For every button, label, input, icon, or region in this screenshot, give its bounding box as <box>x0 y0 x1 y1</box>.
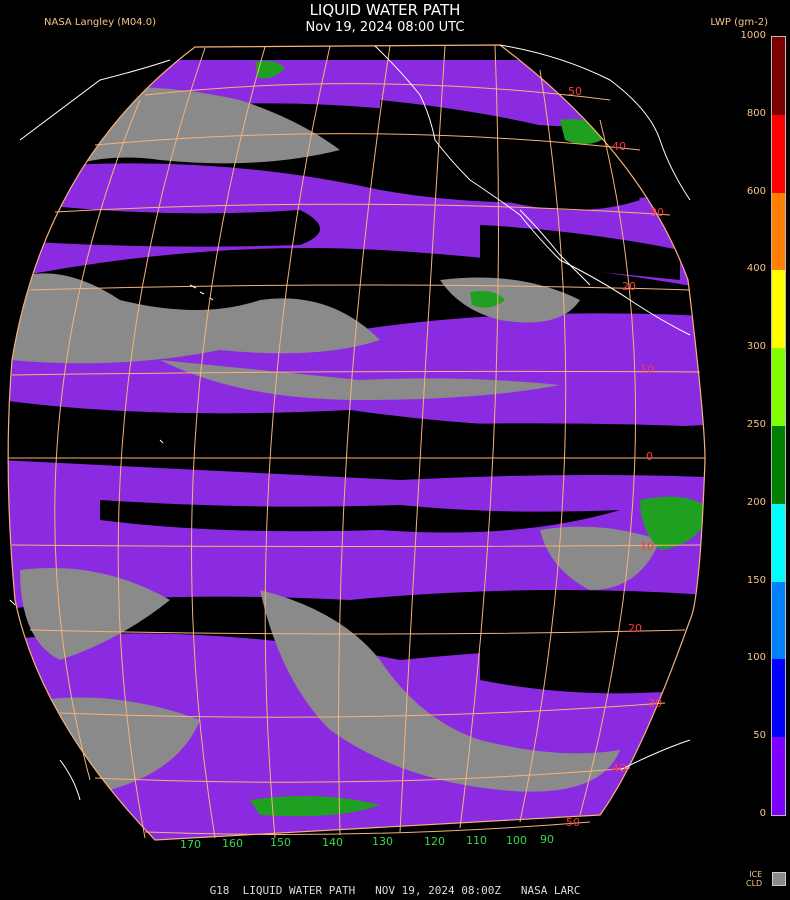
colorbar-segment <box>772 581 785 660</box>
colorbar-segment <box>772 270 785 349</box>
clear-band <box>8 420 705 460</box>
footer-caption: G18 LIQUID WATER PATH NOV 19, 2024 08:00… <box>209 884 581 897</box>
credit-label: NASA Langley (M04.0) <box>44 17 156 28</box>
colorbar-tick-label: 150 <box>746 574 766 586</box>
colorbar-segment <box>772 426 785 505</box>
longitude-label: 140 <box>322 836 343 849</box>
colorbar-tick-label: 300 <box>746 341 766 353</box>
colorbar-segment <box>772 659 785 738</box>
latitude-label: 20 <box>628 622 642 635</box>
latitude-label: 30 <box>650 206 664 219</box>
colorbar-tick-label: 250 <box>746 419 766 430</box>
colorbar-segment <box>772 114 785 194</box>
latitude-label: 10 <box>640 540 654 553</box>
longitude-label: 90 <box>540 833 554 846</box>
satellite-disk-map: 504030201001020304050 170 160 150 140 130 120… <box>7 44 706 851</box>
latitude-label: 40 <box>612 140 626 153</box>
longitude-label: 160 <box>222 837 243 850</box>
longitude-label: 150 <box>270 836 291 849</box>
ice-label-line: ICE <box>749 870 763 879</box>
latitude-label: 10 <box>640 363 654 376</box>
colorbar-tick-label: 100 <box>746 652 766 664</box>
colorbar-segment <box>772 503 785 583</box>
longitude-label: 120 <box>424 835 445 848</box>
longitude-label: 110 <box>466 834 487 847</box>
colorbar-tick-label: 800 <box>746 107 766 119</box>
colorbar-segment <box>772 737 785 816</box>
colorbar-tick-label: 600 <box>746 185 766 197</box>
longitude-label: 170 <box>180 838 201 851</box>
colorbar-tick-label: 0 <box>759 808 766 819</box>
colorbar-segment <box>772 192 785 271</box>
colorbar-tick-label: 1000 <box>740 30 766 41</box>
colorbar-segment <box>772 37 785 116</box>
latitude-label: 50 <box>566 816 580 829</box>
cloud-field <box>8 45 705 840</box>
latitude-label: 40 <box>612 762 626 775</box>
latitude-label: 50 <box>568 85 582 98</box>
colorbar-tick-label: 400 <box>746 263 766 275</box>
clear-band <box>480 640 690 694</box>
longitude-label: 130 <box>372 835 393 848</box>
longitude-label: 100 <box>506 834 527 847</box>
colorbar-title: LWP (gm-2) <box>710 17 768 28</box>
latitude-label: 20 <box>622 280 636 293</box>
latitude-label: 0 <box>646 450 653 463</box>
colorbar <box>771 36 786 816</box>
colorbar-tick-label: 50 <box>753 730 766 742</box>
colorbar-tick-label: 200 <box>746 496 766 508</box>
colorbar-segment <box>772 348 785 427</box>
latitude-label: 30 <box>648 697 662 710</box>
